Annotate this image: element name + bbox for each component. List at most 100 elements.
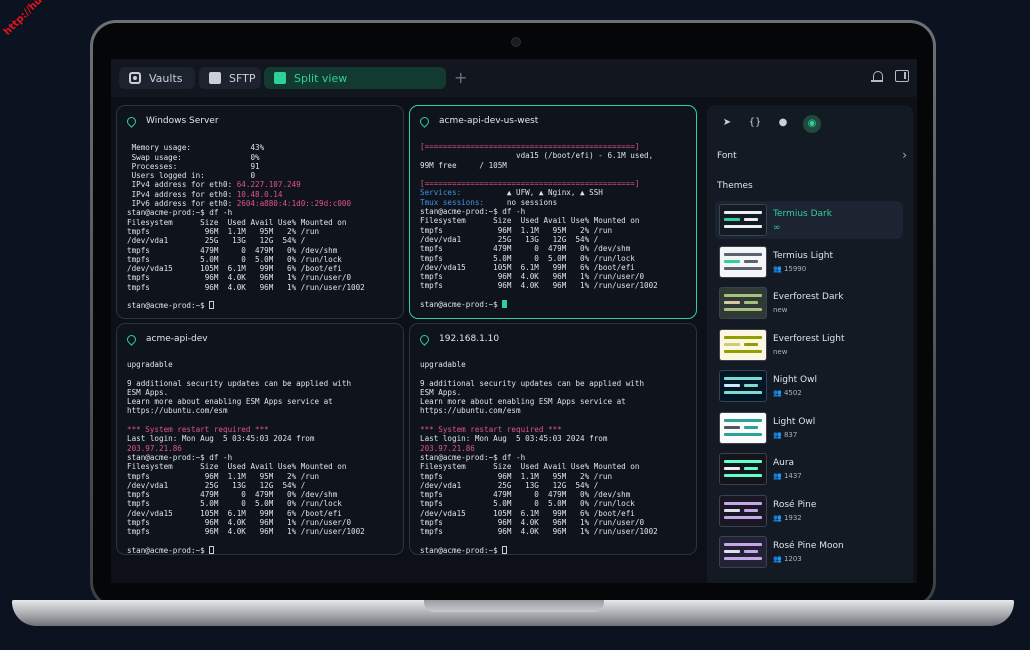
terminal-pane-3[interactable]: acme-api-dev upgradable 9 additional secu… — [116, 323, 404, 555]
terminal-line: /dev/vda15 105M 6.1M 99M 6% /boot/efi — [420, 509, 658, 518]
terminal-title-text: acme-api-dev-us-west — [439, 116, 539, 126]
terminal-pane-4[interactable]: 192.168.1.10 upgradable 9 additional secu… — [409, 323, 697, 555]
laptop-lid: Vaults SFTP Split view + Windows Server — [90, 20, 936, 608]
tab-sftp[interactable]: SFTP — [199, 67, 261, 89]
terminal-line: upgradable — [420, 360, 658, 369]
theme-item[interactable]: Everforest Dark new — [715, 284, 903, 322]
laptop-bezel: Vaults SFTP Split view + Windows Server — [93, 23, 933, 605]
terminal-line: *** System restart required *** — [127, 425, 365, 434]
preview-bar — [724, 252, 762, 256]
terminal-line: vda15 (/boot/efi) - 6.1M used, — [420, 151, 658, 160]
camera — [511, 37, 521, 47]
terminal-line: tmpfs 5.0M 0 5.0M 0% /run/lock — [420, 499, 658, 508]
terminal-line: tmpfs 479M 0 479M 0% /dev/shm — [420, 490, 658, 499]
theme-item[interactable]: Termius Dark ∞ — [715, 201, 903, 239]
terminal-line: *** System restart required *** — [420, 425, 658, 434]
terminal-text: tmpfs 96M 4.0K 96M 1% /run/user/1002 — [127, 527, 365, 537]
theme-preview — [719, 536, 767, 568]
terminal-text: no sessions — [484, 197, 558, 207]
terminal-line: stan@acme-prod:~$ — [127, 301, 365, 310]
panel-toggle-icon[interactable] — [895, 70, 909, 82]
appearance-panel: ➤ {} ● ◉ Font › Themes Termius Dark ∞ Term… — [707, 105, 913, 583]
theme-badge: new — [773, 306, 788, 314]
terminal-text: [=======================================… — [420, 179, 640, 189]
terminal-text: stan@acme-prod:~$ df -h — [127, 452, 233, 462]
theme-item[interactable]: Light Owl 👥 837 — [715, 409, 903, 447]
preview-bar — [724, 225, 762, 228]
preview-bar — [744, 550, 758, 553]
bell-icon[interactable] — [871, 70, 883, 84]
tab-split-view[interactable]: Split view — [264, 67, 446, 89]
preview-bar — [744, 301, 758, 304]
history-icon[interactable]: ● — [775, 115, 791, 131]
terminal-text: 10.48.0.14 — [236, 189, 283, 199]
terminal-line: Learn more about enabling ESM Apps servi… — [127, 397, 365, 406]
theme-item[interactable]: Aura 👥 1437 — [715, 450, 903, 488]
theme-item[interactable]: Rosé Pine 👥 1932 — [715, 492, 903, 530]
theme-item[interactable]: Rosé Pine Moon 👥 1203 — [715, 533, 903, 571]
theme-preview — [719, 411, 767, 444]
terminal-text: Last login: Mon Aug 5 03:45:03 2024 from — [420, 434, 608, 444]
terminal-pane-1[interactable]: Windows Server Memory usage: 43% Swap us… — [116, 105, 404, 319]
theme-downloads: 👥 15990 — [773, 264, 807, 273]
palette-icon[interactable]: ◉ — [803, 115, 821, 133]
theme-name: Rosé Pine — [773, 499, 817, 510]
terminal-text: 99M free / 105M — [420, 160, 507, 170]
terminal-output[interactable]: upgradable 9 additional security updates … — [127, 360, 365, 554]
watermark: http://hull.kr — [2, 0, 61, 38]
terminal-line: tmpfs 5.0M 0 5.0M 0% /run/lock — [127, 499, 365, 508]
tab-vaults[interactable]: Vaults — [119, 67, 195, 89]
terminal-text: IPv6 address for eth0: — [127, 199, 237, 209]
terminal-text: tmpfs 96M 4.0K 96M 1% /run/user/0 — [127, 273, 352, 283]
terminal-text: Filesystem Size Used Avail Use% Mounted … — [420, 462, 640, 472]
theme-item[interactable]: Night Owl 👥 4502 — [715, 367, 903, 405]
terminal-text: Users logged in: 0 — [127, 171, 256, 181]
terminal-text: tmpfs 96M 4.0K 96M 1% /run/user/0 — [420, 272, 645, 282]
terminal-text: tmpfs 96M 1.1M 95M 2% /run — [127, 226, 320, 236]
terminal-text: /dev/vda15 105M 6.1M 99M 6% /boot/efi — [127, 508, 342, 518]
terminal-text: /dev/vda1 25G 13G 12G 54% / — [127, 236, 306, 246]
preview-bar — [724, 377, 762, 380]
terminal-text: tmpfs 5.0M 0 5.0M 0% /run/lock — [420, 253, 635, 263]
terminal-text: https://ubuntu.com/esm — [127, 406, 228, 416]
preview-bar — [724, 391, 762, 394]
terminal-text: tmpfs 96M 4.0K 96M 1% /run/user/1002 — [420, 281, 658, 291]
font-label: Font — [717, 151, 737, 161]
theme-name: Light Owl — [773, 416, 816, 427]
terminal-text: tmpfs 5.0M 0 5.0M 0% /run/lock — [127, 499, 342, 509]
terminal-text: Tmux sessions: — [420, 197, 485, 207]
terminal-text: /dev/vda15 105M 6.1M 99M 6% /boot/efi — [127, 264, 342, 274]
terminal-line: /dev/vda1 25G 13G 12G 54% / — [127, 481, 365, 490]
preview-bar — [724, 266, 762, 270]
terminal-text: Processes: 91 — [127, 161, 260, 171]
theme-preview — [719, 494, 767, 527]
terminal-text: IPv4 address for eth0: — [127, 180, 237, 190]
theme-item[interactable]: Termius Light 👥 15990 — [715, 243, 903, 281]
theme-badge: ∞ — [773, 223, 781, 233]
terminal-line: stan@acme-prod:~$ — [420, 300, 658, 309]
terminal-output[interactable]: upgradable 9 additional security updates … — [420, 360, 658, 554]
theme-item[interactable]: Everforest Light new — [715, 326, 903, 364]
terminal-line: https://ubuntu.com/esm — [420, 406, 658, 415]
terminal-output[interactable]: Memory usage: 43% Swap usage: 0% Process… — [127, 134, 365, 311]
terminal-pane-2[interactable]: acme-api-dev-us-west [==================… — [409, 105, 697, 319]
terminal-text: stan@acme-prod:~$ df -h — [420, 207, 526, 217]
terminal-text: 203.97.21.86 — [127, 443, 182, 453]
terminal-title: acme-api-dev-us-west — [418, 114, 539, 128]
vault-icon — [129, 72, 141, 84]
terminal-output[interactable]: [=======================================… — [420, 142, 658, 309]
theme-downloads: 👥 4502 — [773, 389, 802, 397]
preview-bar — [724, 259, 740, 263]
terminal-text: tmpfs 96M 1.1M 95M 2% /run — [420, 225, 613, 235]
terminal-text: *** System restart required *** — [127, 425, 269, 435]
preview-bar — [724, 467, 740, 470]
terminal-line: Processes: 91 — [127, 162, 365, 171]
new-tab-button[interactable]: + — [454, 68, 467, 87]
send-icon[interactable]: ➤ — [719, 115, 735, 131]
terminal-line: Users logged in: 0 — [127, 171, 365, 180]
terminal-text: /dev/vda1 25G 13G 12G 54% / — [127, 480, 306, 490]
code-braces-icon[interactable]: {} — [747, 115, 763, 131]
font-setting[interactable]: Font › — [717, 149, 907, 161]
terminal-text: /dev/vda15 105M 6.1M 99M 6% /boot/efi — [420, 262, 635, 272]
